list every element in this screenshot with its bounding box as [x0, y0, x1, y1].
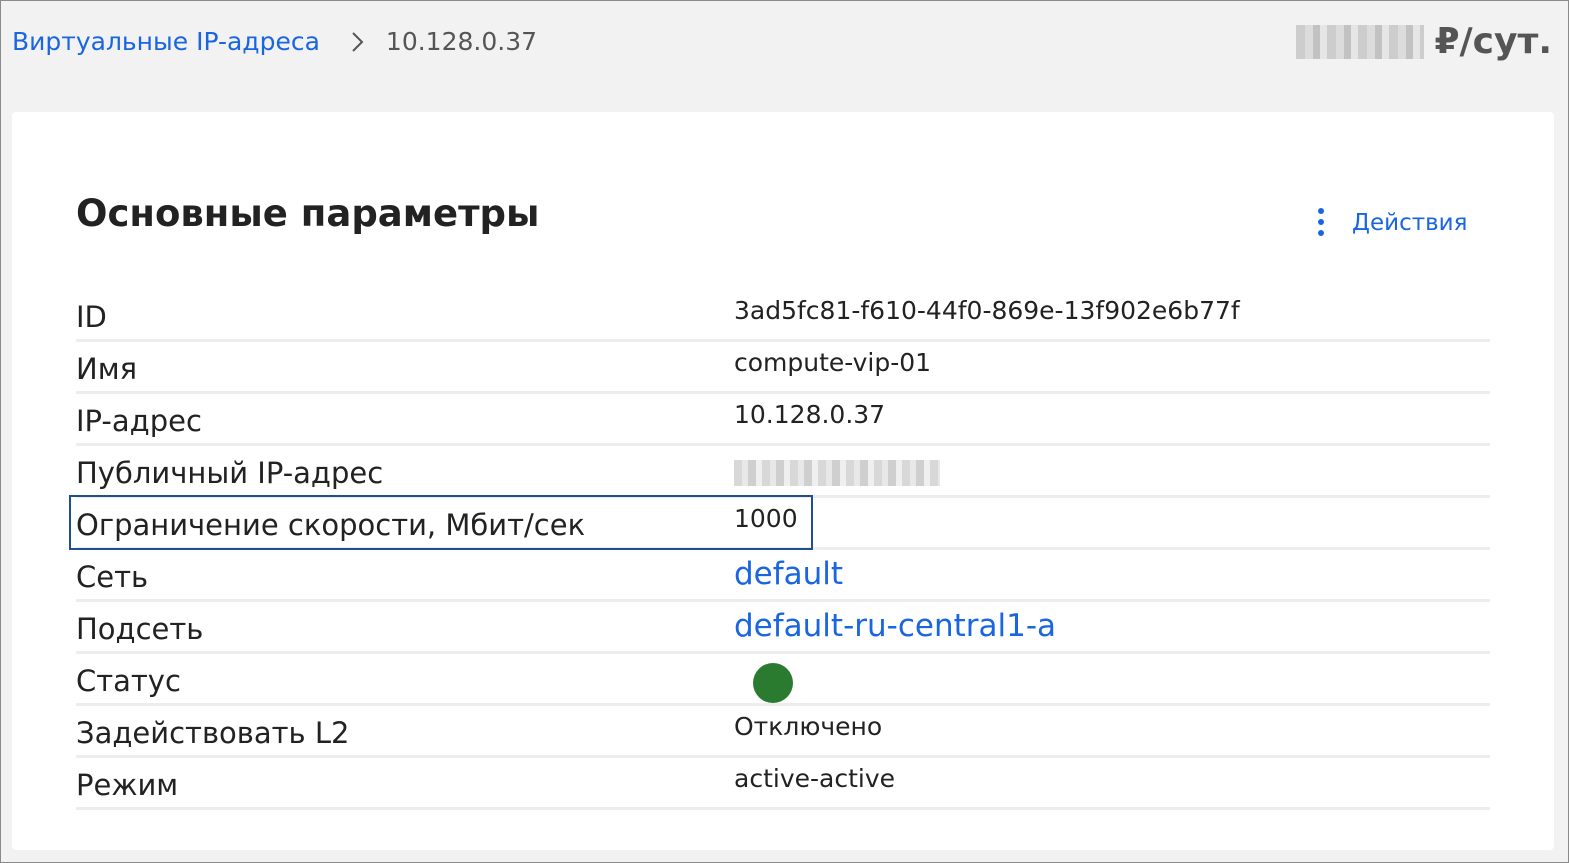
status-indicator-icon: [753, 663, 793, 703]
param-row-l2: Задействовать L2 Отключено: [76, 706, 1490, 758]
chevron-right-icon: [352, 31, 364, 52]
param-label: Ограничение скорости, Мбит/сек: [76, 508, 586, 542]
param-label: Имя: [76, 352, 138, 386]
param-label: IP-адрес: [76, 404, 202, 438]
param-label: Режим: [76, 768, 179, 802]
param-row-mode: Режим active-active: [76, 758, 1490, 810]
section-title: Основные параметры: [76, 192, 540, 235]
param-row-public-ip: Публичный IP-адрес: [76, 446, 1490, 498]
param-row-id: ID 3ad5fc81-f610-44f0-869e-13f902e6b77f: [76, 290, 1490, 342]
actions-button[interactable]: Действия: [1308, 206, 1467, 240]
param-row-subnet: Подсеть default-ru-central1-a: [76, 602, 1490, 654]
parameters-card: Основные параметры Действия ID 3ad5fc81-…: [12, 112, 1554, 850]
breadcrumb: Виртуальные IP-адреса 10.128.0.37: [12, 27, 537, 56]
breadcrumb-link-virtual-ips[interactable]: Виртуальные IP-адреса: [12, 27, 320, 56]
parameters-list: ID 3ad5fc81-f610-44f0-869e-13f902e6b77f …: [69, 290, 1490, 810]
breadcrumb-current: 10.128.0.37: [385, 27, 538, 56]
param-row-ip: IP-адрес 10.128.0.37: [76, 394, 1490, 446]
price-unit: ₽/сут.: [1434, 21, 1552, 62]
more-vertical-icon: [1318, 208, 1324, 236]
actions-label: Действия: [1352, 210, 1468, 236]
param-label: Статус: [76, 664, 181, 698]
param-row-status: Статус: [76, 654, 1490, 706]
param-value-speed-limit: 1000: [734, 504, 798, 533]
param-row-name: Имя compute-vip-01: [76, 342, 1490, 394]
param-value-l2: Отключено: [734, 712, 883, 741]
param-row-speed-limit: Ограничение скорости, Мбит/сек 1000: [69, 495, 1490, 550]
param-value-mode: active-active: [734, 764, 895, 793]
network-link[interactable]: default: [734, 556, 843, 592]
param-label: Задействовать L2: [76, 716, 350, 750]
param-label: Подсеть: [76, 612, 204, 646]
param-row-network: Сеть default: [76, 550, 1490, 602]
param-value-name: compute-vip-01: [734, 348, 932, 377]
price-amount-redacted: [1296, 24, 1425, 59]
param-value-id: 3ad5fc81-f610-44f0-869e-13f902e6b77f: [734, 296, 1240, 325]
param-value-public-ip-redacted: [734, 460, 940, 486]
top-bar: Виртуальные IP-адреса 10.128.0.37 ₽/сут.: [1, 1, 1568, 89]
price-per-day: ₽/сут.: [1296, 21, 1552, 62]
param-value-ip: 10.128.0.37: [734, 400, 886, 429]
param-label: Публичный IP-адрес: [76, 456, 384, 490]
param-label: Сеть: [76, 560, 149, 594]
subnet-link[interactable]: default-ru-central1-a: [734, 608, 1056, 644]
param-label: ID: [76, 300, 107, 334]
